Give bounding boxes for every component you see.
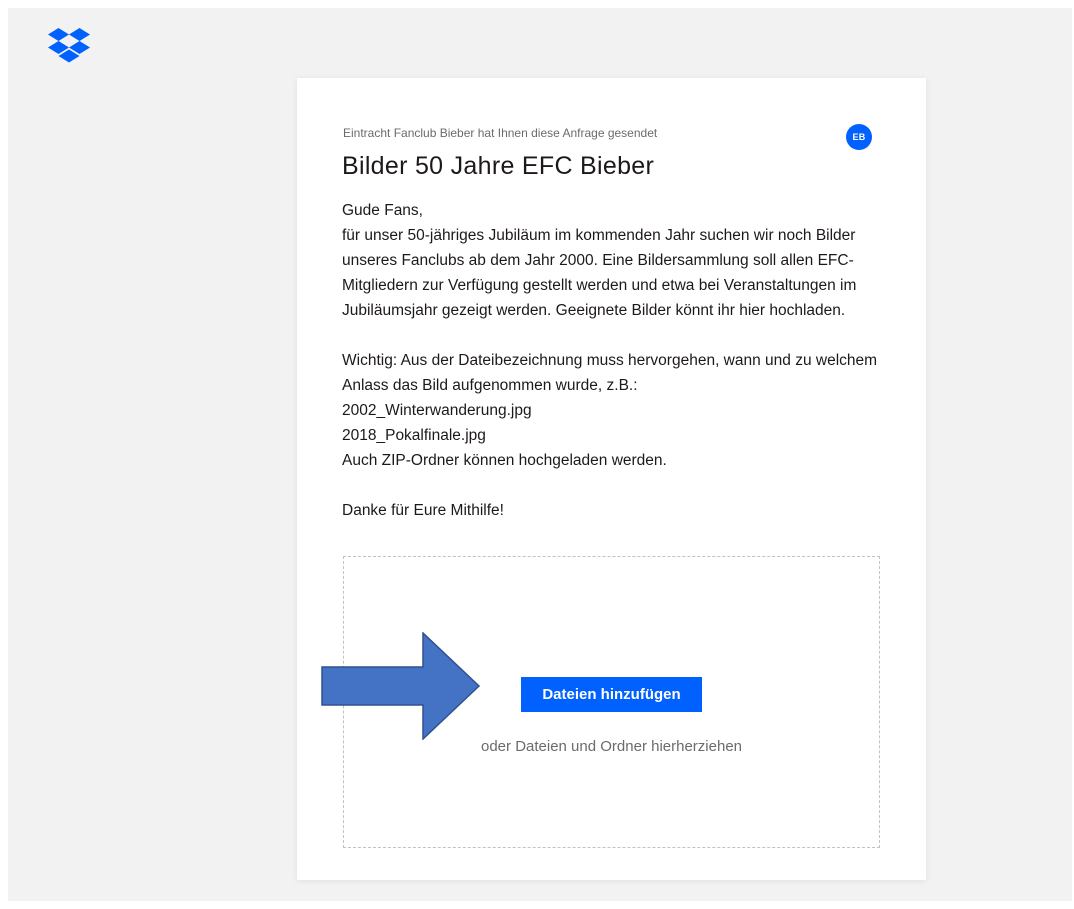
request-description: Gude Fans, für unser 50-jähriges Jubiläu… [342,202,878,519]
file-request-card: Eintracht Fanclub Bieber hat Ihnen diese… [297,78,926,880]
right-arrow-icon [321,631,481,741]
page-background: Eintracht Fanclub Bieber hat Ihnen diese… [8,8,1072,901]
sender-avatar: EB [846,124,872,150]
request-title: Bilder 50 Jahre EFC Bieber [342,152,655,180]
add-files-button[interactable]: Dateien hinzufügen [521,677,702,712]
drop-hint-text: oder Dateien und Ordner hierherziehen [481,738,742,755]
sender-text: Eintracht Fanclub Bieber hat Ihnen diese… [343,126,658,140]
dropbox-logo-icon[interactable] [48,28,90,64]
